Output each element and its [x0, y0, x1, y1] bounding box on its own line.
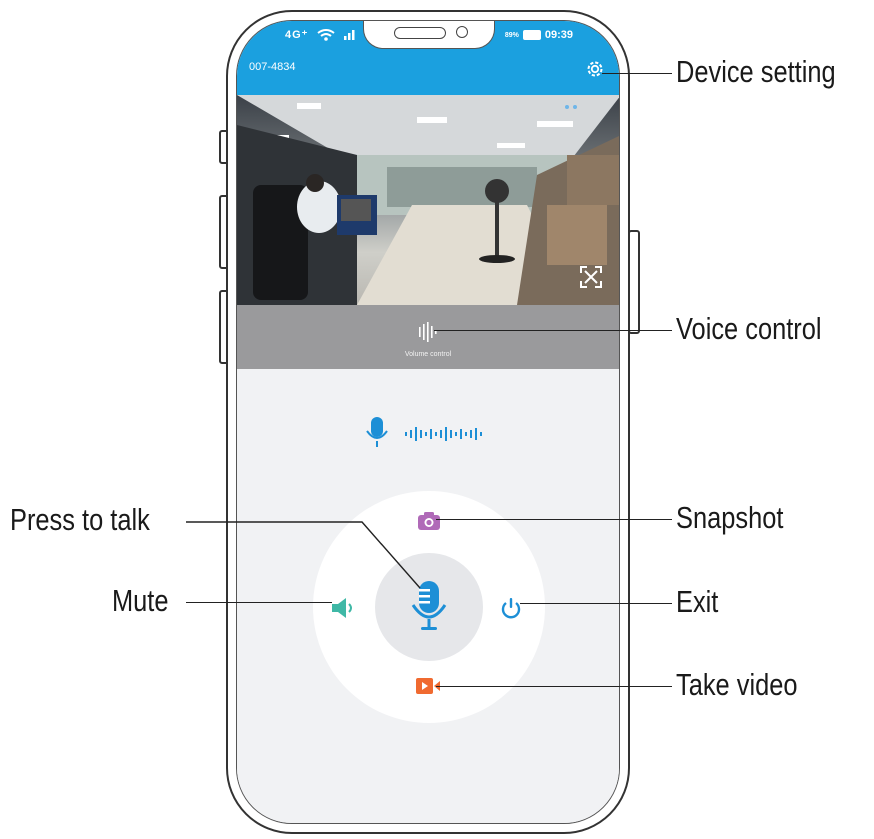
- label-exit: Exit: [676, 584, 719, 619]
- volume-control-label: Volume control: [404, 351, 452, 358]
- status-bar-left: 4G⁺: [285, 28, 357, 41]
- speaker-grille: [394, 27, 446, 39]
- callout-line-exit: [520, 603, 672, 605]
- label-voice-control: Voice control: [676, 311, 822, 346]
- clock: 09:39: [544, 29, 573, 41]
- callout-line-take-video: [436, 686, 672, 688]
- device-id: 007-4834: [249, 61, 296, 73]
- app-header: 4G⁺ 89% 09:39 007-4834: [237, 21, 619, 95]
- speaker-icon[interactable]: [331, 597, 357, 619]
- callout-line-snapshot: [436, 519, 672, 521]
- gear-icon[interactable]: [585, 59, 605, 79]
- label-take-video: Take video: [676, 667, 798, 702]
- wifi-icon: [316, 29, 335, 41]
- data-icon: [343, 30, 355, 41]
- signal-text: 4G⁺: [285, 29, 309, 41]
- status-bar-right: 89% 09:39: [505, 29, 573, 41]
- battery-icon: [522, 30, 541, 40]
- callout-line-voice-control: [434, 330, 672, 332]
- phone-screen: 4G⁺ 89% 09:39 007-4834 Volume control: [236, 20, 620, 824]
- label-snapshot: Snapshot: [676, 500, 784, 535]
- office-scene-image: [237, 95, 619, 305]
- callout-line-device-setting: [602, 73, 672, 75]
- volume-control-bar[interactable]: Volume control: [237, 305, 619, 369]
- live-video-view: [237, 95, 619, 305]
- battery-percent: 89%: [504, 31, 519, 39]
- front-camera: [456, 26, 468, 38]
- phone-notch: [363, 21, 495, 49]
- callout-line-mute: [186, 602, 332, 604]
- waveform-icon[interactable]: [417, 321, 439, 343]
- power-icon[interactable]: [499, 597, 523, 621]
- label-mute: Mute: [112, 583, 169, 618]
- callout-line-press-to-talk: [186, 521, 421, 589]
- label-press-to-talk: Press to talk: [10, 502, 150, 537]
- mic-level-indicator: [366, 417, 482, 447]
- label-device-setting: Device setting: [676, 54, 836, 89]
